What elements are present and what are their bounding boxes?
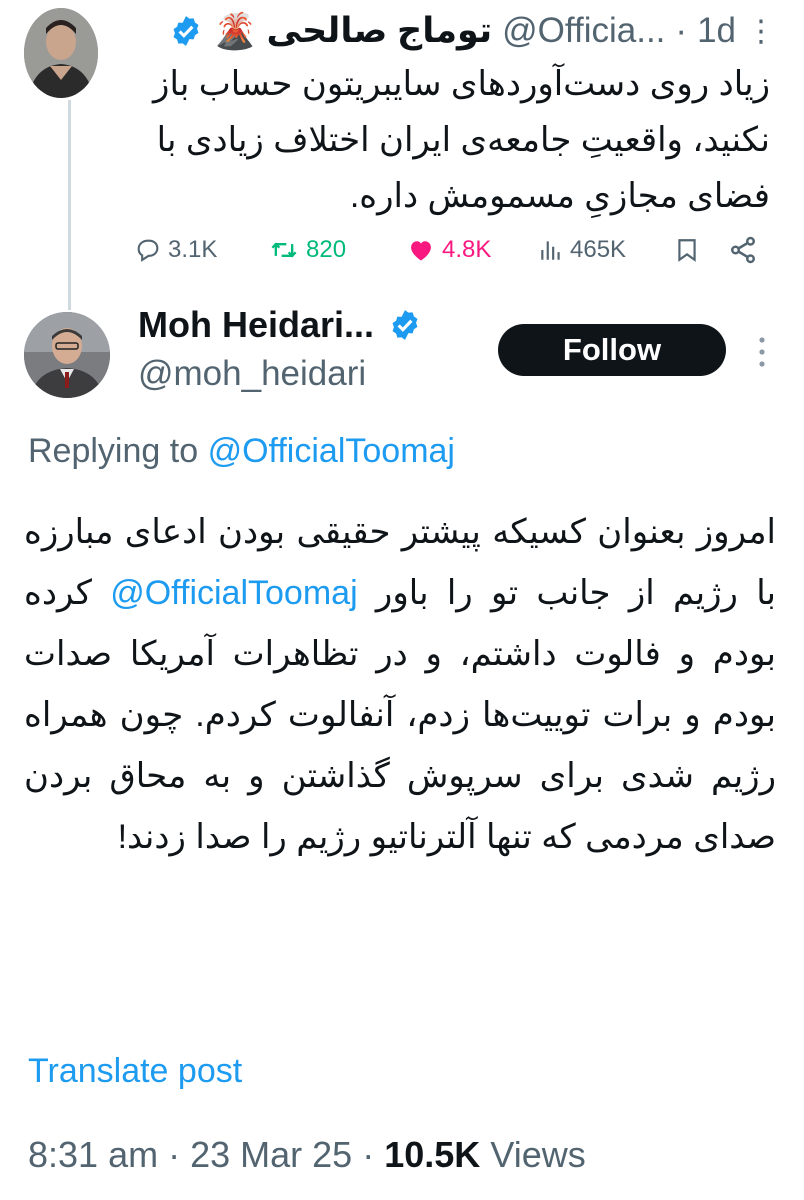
parent-author-name[interactable]: توماج صالحی: [267, 11, 493, 51]
bookmark-icon: [674, 235, 700, 265]
views-label: Views: [490, 1134, 586, 1175]
retweet-count: 820: [306, 236, 347, 263]
mention-link[interactable]: @OfficialToomaj: [110, 574, 357, 612]
tweet-date[interactable]: 23 Mar 25: [190, 1134, 352, 1175]
reply-icon: [134, 236, 162, 264]
retweet-button[interactable]: 820: [268, 236, 346, 264]
more-options-icon[interactable]: ⋮: [746, 14, 776, 49]
parent-author-handle[interactable]: @Officia...: [502, 11, 665, 51]
thread-connector-line: [68, 100, 71, 310]
more-options-vertical-icon[interactable]: [752, 332, 772, 372]
reply-author-name[interactable]: Moh Heidari...: [138, 304, 374, 346]
views-count: 465K: [570, 236, 627, 263]
views-button[interactable]: 465K: [538, 236, 626, 264]
heart-icon: [406, 236, 436, 264]
follow-button[interactable]: Follow: [498, 324, 726, 376]
tweet-time[interactable]: 8:31 am: [28, 1134, 158, 1175]
reply-author-handle[interactable]: @moh_heidari: [138, 354, 366, 394]
parent-tweet-header: ⋮ 1d · @Officia... توماج صالحی 🌋: [169, 6, 776, 56]
reply-text-part-2: کرده بودم و فالوت داشتم، و در تظاهرات آم…: [24, 574, 776, 856]
like-count: 4.8K: [442, 236, 492, 263]
replying-to-line: Replying to @OfficialToomaj: [28, 432, 455, 471]
separator-dot: ·: [362, 1134, 375, 1175]
parent-author-avatar[interactable]: [24, 8, 98, 98]
translate-post-link[interactable]: Translate post: [28, 1052, 242, 1091]
parent-tweet-time[interactable]: 1d: [697, 11, 736, 51]
views-count-total: 10.5K: [384, 1134, 481, 1175]
tweet-meta-line: 8:31 am · 23 Mar 25 · 10.5K Views: [28, 1134, 586, 1176]
share-icon: [728, 235, 758, 265]
reply-author-avatar[interactable]: [24, 312, 110, 398]
like-button[interactable]: 4.8K: [406, 236, 491, 264]
verified-badge-icon: [169, 14, 203, 48]
parent-tweet-text: زیاد روی دست‌آوردهای سایبریتون حساب باز …: [153, 65, 770, 215]
reply-button[interactable]: 3.1K: [134, 236, 217, 264]
replying-to-prefix: Replying to: [28, 432, 199, 470]
separator-dot: ·: [675, 11, 688, 50]
reply-tweet-text: امروز بعنوان کسیکه پیشتر حقیقی بودن ادعا…: [24, 502, 776, 868]
views-icon: [538, 236, 564, 264]
share-button[interactable]: [728, 235, 758, 265]
verified-badge-icon: [388, 308, 422, 342]
bookmark-button[interactable]: [674, 235, 700, 265]
volcano-emoji: 🌋: [212, 11, 257, 51]
reply-count: 3.1K: [168, 236, 218, 263]
replying-to-link[interactable]: @OfficialToomaj: [208, 432, 455, 470]
separator-dot: ·: [168, 1134, 181, 1175]
retweet-icon: [268, 236, 300, 264]
parent-tweet-action-bar: 3.1K 820 4.8K 465K: [130, 222, 770, 278]
reply-author-name-row: Moh Heidari...: [138, 300, 422, 350]
